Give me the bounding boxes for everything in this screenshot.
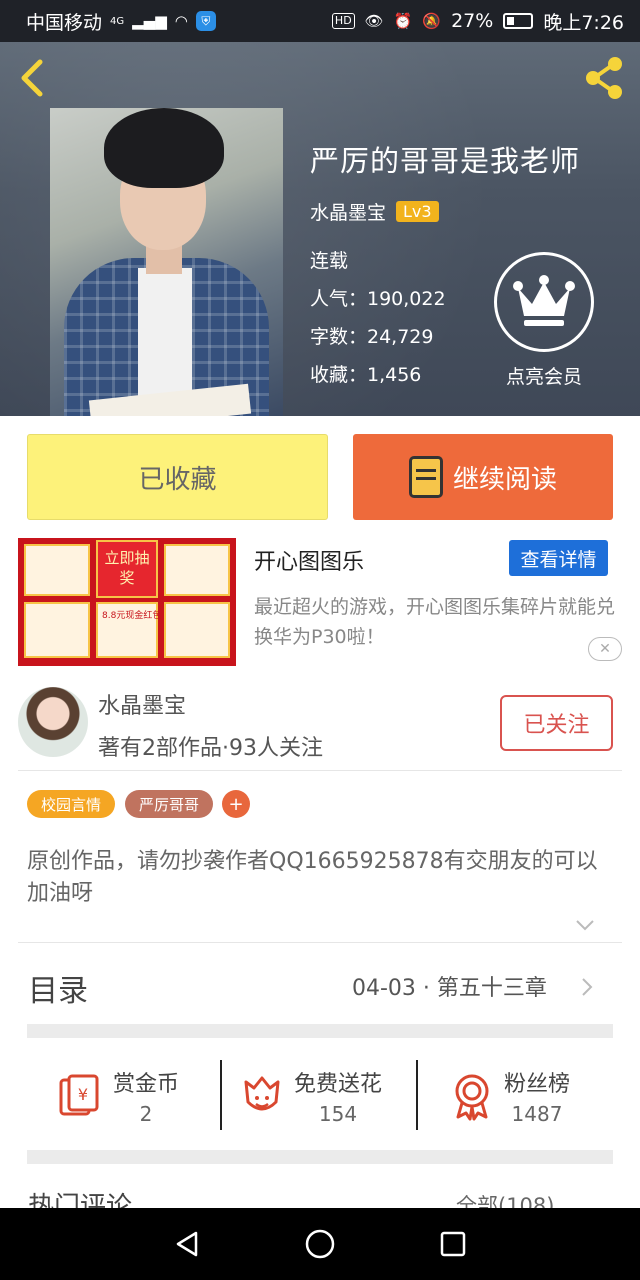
ad-detail-button[interactable]: 查看详情 xyxy=(509,540,608,576)
tag-strict-brother[interactable]: 严厉哥哥 xyxy=(125,790,213,818)
book-popularity: 人气：190,022 xyxy=(310,288,446,310)
vip-button[interactable]: 点亮会员 xyxy=(492,252,596,389)
nav-recents-button[interactable] xyxy=(433,1224,473,1264)
continue-reading-label: 继续阅读 xyxy=(452,464,557,495)
flower-icon xyxy=(244,1076,280,1111)
alarm-icon: ⏰ xyxy=(393,12,413,30)
fan-rank-label: 粉丝榜 xyxy=(504,1072,571,1097)
author-level-badge: Lv3 xyxy=(396,201,439,222)
follow-button[interactable]: 已关注 xyxy=(500,695,613,751)
collected-button[interactable]: 已收藏 xyxy=(27,434,328,520)
reward-coin-value: 2 xyxy=(139,1102,153,1126)
share-button[interactable] xyxy=(580,54,628,102)
triangle-back-icon xyxy=(176,1231,197,1257)
book-word-count: 字数：24,729 xyxy=(310,326,434,348)
ad-title[interactable]: 开心图图乐 xyxy=(254,544,364,576)
reward-coin-stat[interactable]: ¥ 赏金币 2 xyxy=(55,1060,179,1132)
battery-percent: 27% xyxy=(451,10,494,32)
system-navigation-bar xyxy=(0,1208,640,1280)
security-shield-icon: ⛨ xyxy=(195,11,216,31)
reward-coin-icon: ¥ xyxy=(59,1074,99,1116)
crown-icon xyxy=(513,275,575,326)
vip-label: 点亮会员 xyxy=(505,366,582,388)
author-card-stats: 著有2部作品·93人关注 xyxy=(98,736,323,761)
book-title: 严厉的哥哥是我老师 xyxy=(310,144,581,178)
carrier-label: 中国移动 xyxy=(26,11,103,34)
divider xyxy=(18,942,622,943)
author-avatar[interactable] xyxy=(18,687,88,757)
divider xyxy=(18,770,622,771)
add-tag-button[interactable]: + xyxy=(222,790,250,818)
book-author-name[interactable]: 水晶墨宝 xyxy=(310,198,386,225)
chevron-left-icon xyxy=(21,59,43,97)
signal-icon: ▂▄▆ xyxy=(132,12,167,30)
catalog-label[interactable]: 目录 xyxy=(28,966,88,1010)
continue-reading-button[interactable]: 继续阅读 xyxy=(353,434,613,520)
catalog-latest-chapter[interactable]: 04-03 · 第五十三章 xyxy=(352,970,547,1002)
ad-image-center-text: 立即抽奖 xyxy=(96,540,158,598)
mute-icon: 🔕 xyxy=(422,12,442,30)
share-icon xyxy=(586,57,622,99)
divider xyxy=(220,1060,222,1130)
book-cover-image[interactable] xyxy=(50,108,283,416)
free-flower-value: 154 xyxy=(318,1102,358,1126)
fan-rank-icon xyxy=(455,1074,489,1121)
square-recents-icon xyxy=(441,1231,466,1257)
tag-campus-romance[interactable]: 校园言情 xyxy=(27,790,115,818)
book-favorites: 收藏：1,456 xyxy=(310,364,422,386)
clock: 晚上7:26 xyxy=(543,11,624,34)
chevron-right-icon[interactable] xyxy=(580,976,594,998)
battery-icon xyxy=(503,13,534,29)
section-separator xyxy=(27,1150,613,1164)
ad-image[interactable]: 立即抽奖 8.8元现金红包 xyxy=(18,538,236,666)
ad-image-prize-text: 8.8元现金红包 xyxy=(102,611,162,621)
reward-coin-label: 赏金币 xyxy=(113,1072,180,1097)
book-author-row[interactable]: 水晶墨宝 Lv3 xyxy=(310,198,439,225)
free-flower-label: 免费送花 xyxy=(294,1072,383,1097)
ad-close-button[interactable]: ✕ xyxy=(588,637,622,661)
close-icon: ✕ xyxy=(599,641,611,657)
fan-rank-stat[interactable]: 粉丝榜 1487 xyxy=(450,1060,570,1132)
eye-icon: 👁 xyxy=(364,12,384,30)
chevron-down-icon[interactable] xyxy=(574,914,596,936)
status-bar: 中国移动 4G ▂▄▆ ◠ ⛨ HD 👁 ⏰ 🔕 27% 晚上7:26 xyxy=(0,0,640,42)
nav-back-button[interactable] xyxy=(167,1224,207,1264)
network-label: 4G xyxy=(110,15,125,27)
free-flower-stat[interactable]: 免费送花 154 xyxy=(240,1060,382,1132)
fan-rank-value: 1487 xyxy=(511,1102,563,1126)
divider xyxy=(416,1060,418,1130)
author-card-name[interactable]: 水晶墨宝 xyxy=(98,688,186,720)
book-status: 连载 xyxy=(310,250,349,272)
circle-home-icon xyxy=(305,1229,335,1259)
nav-home-button[interactable] xyxy=(300,1224,340,1264)
section-separator xyxy=(27,1024,613,1038)
book-header: 严厉的哥哥是我老师 水晶墨宝 Lv3 连载 人气：190,022 字数：24,7… xyxy=(0,42,640,416)
ad-description[interactable]: 最近超火的游戏，开心图图乐集碎片就能兑换华为P30啦！ xyxy=(254,592,624,652)
back-button[interactable] xyxy=(14,56,54,100)
svg-text:¥: ¥ xyxy=(78,1085,88,1104)
book-intro: 原创作品，请勿抄袭作者QQ1665925878有交朋友的可以加油呀 xyxy=(27,849,598,906)
wifi-icon: ◠ xyxy=(174,12,188,30)
hd-icon: HD xyxy=(331,13,355,29)
book-icon xyxy=(408,456,443,498)
